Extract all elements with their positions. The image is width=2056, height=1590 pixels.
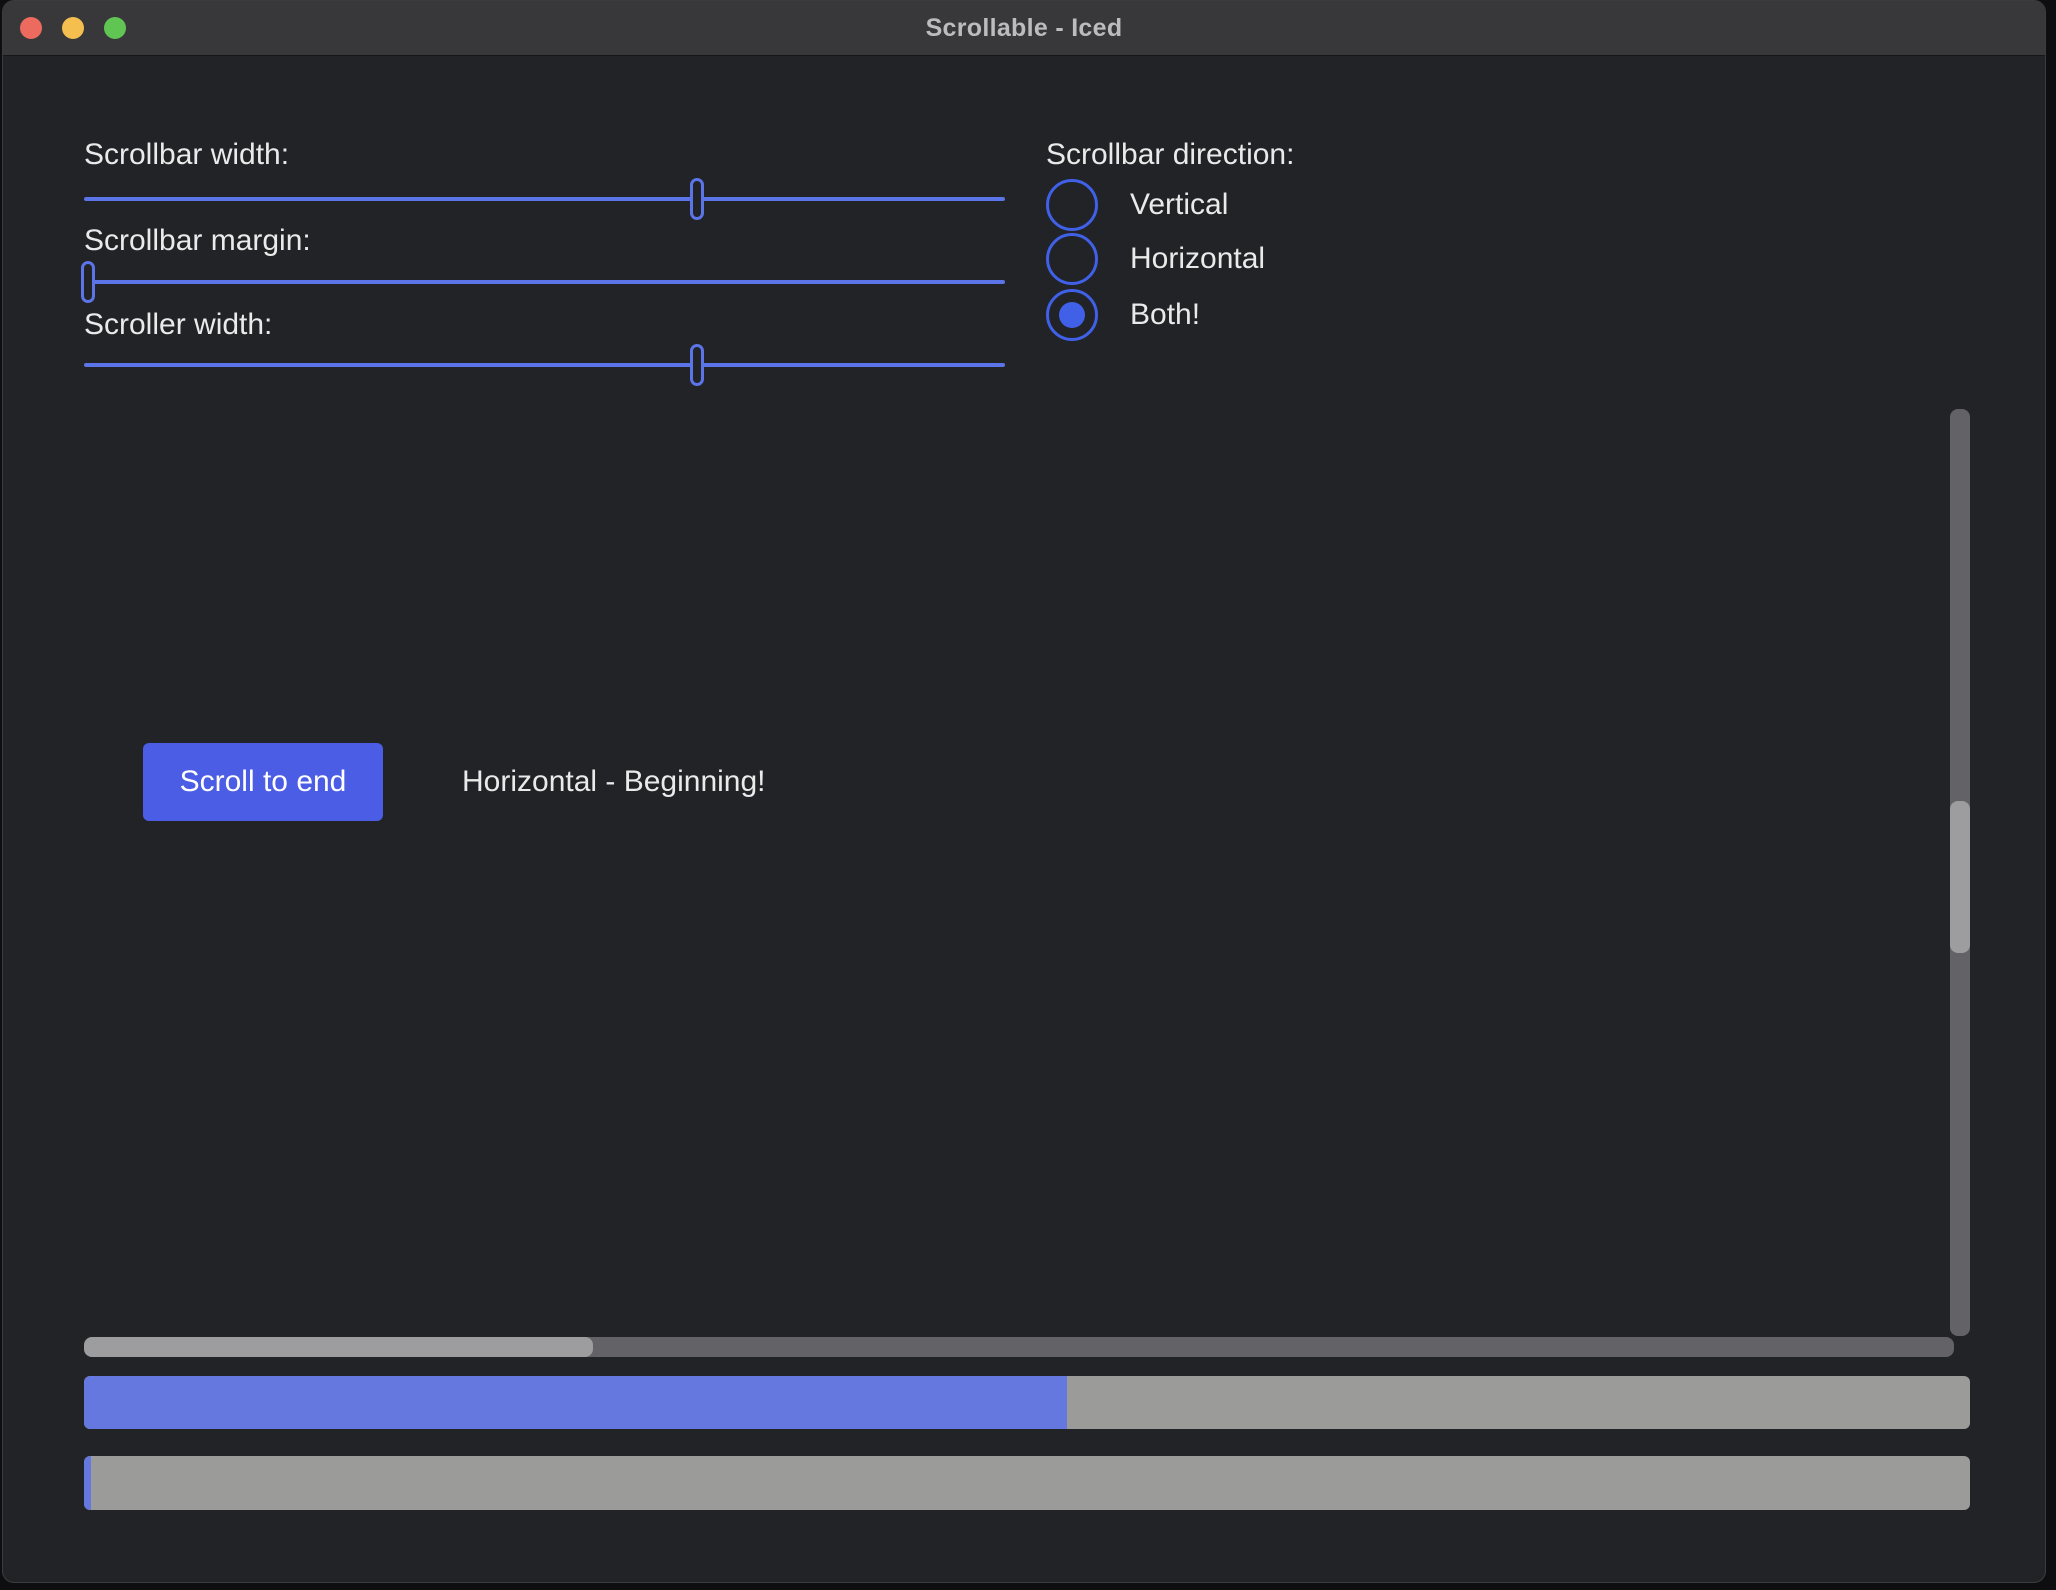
radio-option-both[interactable]: Both! (1046, 289, 1200, 341)
app-window: Scrollable - Iced Scrollbar width: Scrol… (2, 0, 2046, 1583)
scroll-status-text: Horizontal - Beginning! (462, 743, 766, 821)
scrollbar-width-slider-handle[interactable] (690, 178, 704, 220)
progress-bar-x-fill (84, 1376, 1067, 1429)
vertical-scrollbar[interactable] (1950, 409, 1970, 1336)
progress-bar-x (84, 1376, 1970, 1429)
scroller-width-slider[interactable] (84, 363, 1005, 367)
radio-option-vertical[interactable]: Vertical (1046, 179, 1228, 231)
scrollbar-margin-slider[interactable] (84, 280, 1005, 284)
scrollbar-margin-slider-handle[interactable] (81, 261, 95, 303)
window-title: Scrollable - Iced (3, 1, 2045, 55)
horizontal-scrollbar[interactable] (84, 1337, 1954, 1357)
radio-option-horizontal[interactable]: Horizontal (1046, 233, 1265, 285)
scrollbar-width-label: Scrollbar width: (84, 137, 289, 173)
scrollbar-direction-label: Scrollbar direction: (1046, 137, 1294, 173)
radio-circle-icon[interactable] (1046, 233, 1098, 285)
scrollbar-margin-label: Scrollbar margin: (84, 223, 311, 259)
vertical-scrollbar-thumb[interactable] (1950, 801, 1970, 953)
radio-circle-icon[interactable] (1046, 179, 1098, 231)
scrollbar-width-slider[interactable] (84, 197, 1005, 201)
content-area: Scrollbar width: Scrollbar margin: Scrol… (3, 55, 2045, 1582)
progress-bar-y-fill (84, 1456, 91, 1510)
radio-label-vertical: Vertical (1130, 188, 1228, 222)
radio-dot (1059, 302, 1085, 328)
scroller-width-label: Scroller width: (84, 307, 272, 343)
scroll-to-end-button[interactable]: Scroll to end (143, 743, 383, 821)
titlebar: Scrollable - Iced (3, 1, 2045, 56)
radio-circle-icon[interactable] (1046, 289, 1098, 341)
progress-bar-y (84, 1456, 1970, 1510)
scroller-width-slider-handle[interactable] (690, 344, 704, 386)
radio-label-horizontal: Horizontal (1130, 242, 1265, 276)
radio-label-both: Both! (1130, 298, 1200, 332)
horizontal-scrollbar-thumb[interactable] (84, 1337, 593, 1357)
